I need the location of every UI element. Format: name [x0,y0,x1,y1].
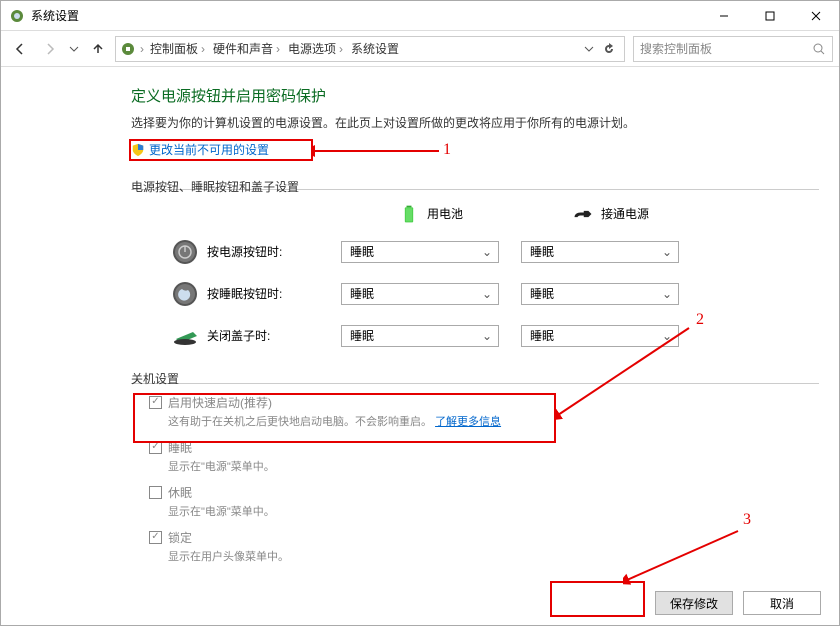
cancel-button[interactable]: 取消 [743,591,821,615]
lid-ac-select[interactable]: 睡眠⌄ [521,325,679,347]
window-title: 系统设置 [31,7,701,24]
sleep-option-label: 睡眠 [168,439,275,456]
chevron-down-icon: ⌄ [662,245,672,259]
address-dropdown[interactable] [584,44,594,54]
chevron-right-icon: › [140,42,144,56]
chevron-down-icon: ⌄ [662,287,672,301]
nav-history-dropdown[interactable] [67,44,81,54]
breadcrumb-item[interactable]: 电源选项› [286,40,345,57]
page-subtext: 选择要为你的计算机设置的电源设置。在此页上对设置所做的更改将应用于你所有的电源计… [131,114,819,131]
app-icon [9,8,25,24]
lock-option-desc: 显示在用户头像菜单中。 [168,548,289,564]
save-button[interactable]: 保存修改 [655,591,733,615]
minimize-button[interactable] [701,1,747,31]
sleep-button-row-label: 按睡眠按钮时: [207,285,282,302]
fast-startup-label: 启用快速启动(推荐) [168,394,501,411]
shield-icon [131,143,145,157]
refresh-button[interactable] [602,42,616,56]
change-unavailable-settings-link[interactable]: 更改当前不可用的设置 [131,141,269,158]
chevron-down-icon: ⌄ [482,287,492,301]
breadcrumb-item[interactable]: 系统设置 [349,40,401,57]
shutdown-section-label: 关机设置 [131,370,819,387]
search-input[interactable] [640,42,812,56]
power-button-battery-select[interactable]: 睡眠⌄ [341,241,499,263]
sleep-button-ac-select[interactable]: 睡眠⌄ [521,283,679,305]
sleep-button-icon [171,280,199,308]
power-button-ac-select[interactable]: 睡眠⌄ [521,241,679,263]
sleep-button-battery-select[interactable]: 睡眠⌄ [341,283,499,305]
ac-column-label: 接通电源 [601,205,649,222]
learn-more-link[interactable]: 了解更多信息 [435,416,501,428]
battery-icon [399,204,419,224]
address-bar[interactable]: › 控制面板› 硬件和声音› 电源选项› 系统设置 [115,36,625,62]
nav-back-button[interactable] [7,36,33,62]
chevron-down-icon: ⌄ [482,329,492,343]
power-button-icon [171,238,199,266]
plug-icon [573,204,593,224]
lid-battery-select[interactable]: 睡眠⌄ [341,325,499,347]
nav-up-button[interactable] [85,36,111,62]
sleep-checkbox[interactable] [149,441,162,454]
laptop-lid-icon [171,322,199,350]
hibernate-option-label: 休眠 [168,484,275,501]
power-button-row-label: 按电源按钮时: [207,243,282,260]
breadcrumb-item[interactable]: 硬件和声音› [211,40,282,57]
lock-option-label: 锁定 [168,529,289,546]
hibernate-option-desc: 显示在"电源"菜单中。 [168,503,275,519]
fast-startup-checkbox[interactable] [149,396,162,409]
battery-column-label: 用电池 [427,205,463,222]
lid-row-label: 关闭盖子时: [207,327,270,344]
fast-startup-desc: 这有助于在关机之后更快地启动电脑。不会影响重启。 了解更多信息 [168,413,501,429]
change-unavailable-settings-label: 更改当前不可用的设置 [149,141,269,158]
chevron-down-icon: ⌄ [482,245,492,259]
chevron-down-icon: ⌄ [662,329,672,343]
sleep-option-desc: 显示在"电源"菜单中。 [168,458,275,474]
page-heading: 定义电源按钮并启用密码保护 [131,85,819,106]
control-panel-icon [120,41,136,57]
close-button[interactable] [793,1,839,31]
lock-checkbox[interactable] [149,531,162,544]
breadcrumb-item[interactable]: 控制面板› [148,40,207,57]
search-icon[interactable] [812,42,826,56]
maximize-button[interactable] [747,1,793,31]
hibernate-checkbox[interactable] [149,486,162,499]
nav-forward-button[interactable] [37,36,63,62]
